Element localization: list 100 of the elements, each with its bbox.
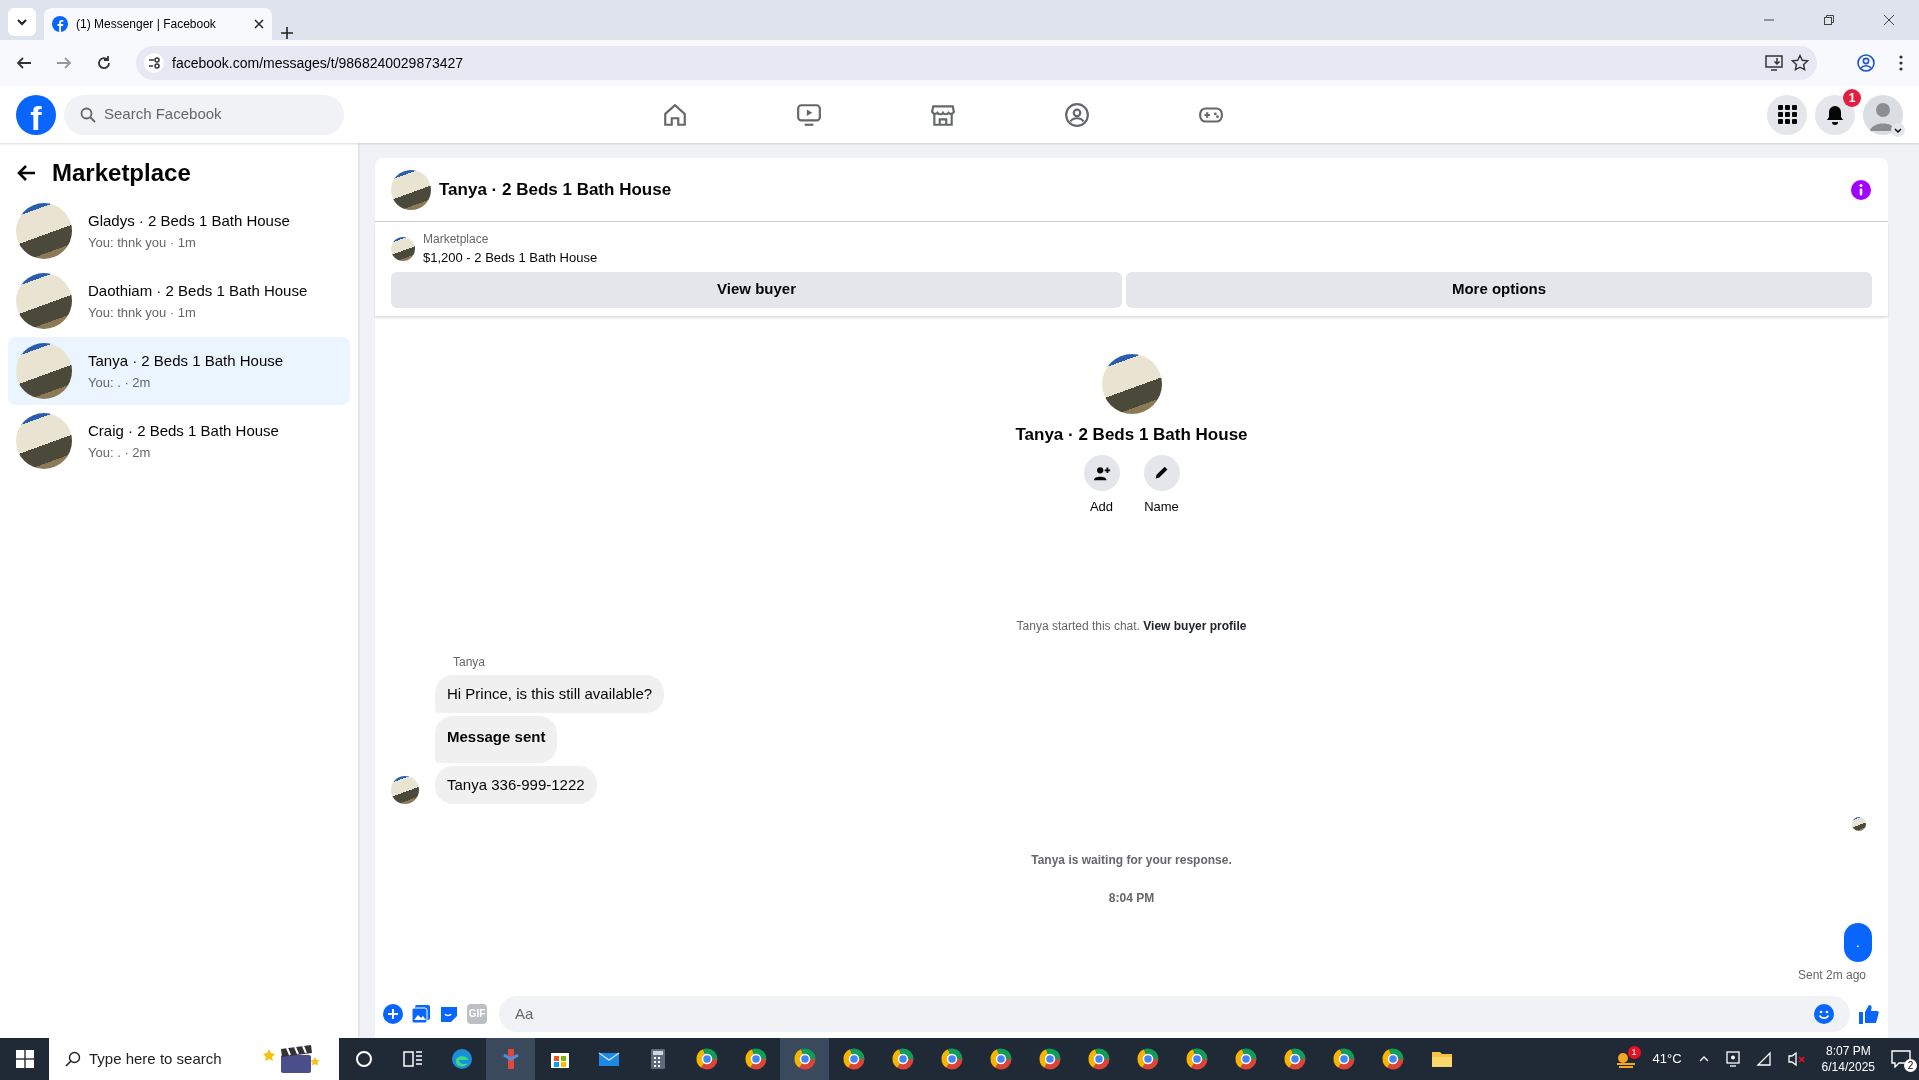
notification-count: 2 [1904,1059,1917,1072]
grid-icon [1777,105,1797,124]
notification-center-icon[interactable] [1891,1050,1911,1068]
edge-icon[interactable] [449,1047,474,1071]
conversation-item[interactable]: Gladys · 2 Beds 1 Bath House You: thnk you · 1m [8,197,350,265]
listing-source: Marketplace [423,231,490,248]
add-contact-button[interactable] [1083,455,1120,491]
chrome-icon[interactable] [890,1047,915,1071]
chat-started-notice: Tanya started this chat. View buyer profile [1015,617,1248,635]
conversation-name: Craig · 2 Beds 1 Bath House [88,421,279,441]
chrome-icon[interactable] [939,1047,964,1071]
back-arrow-icon[interactable] [16,164,36,182]
sent-status: Sent 2m ago [1796,966,1866,984]
logo[interactable]: f [16,94,56,135]
network-icon[interactable] [1755,1051,1772,1067]
clock-time: 8:07 PM [1824,1043,1872,1059]
more-options-button[interactable]: More options [1126,271,1872,308]
chrome-icon[interactable] [1282,1047,1307,1071]
chrome-icon[interactable] [694,1047,719,1071]
listing-title: $1,200 - 2 Beds 1 Bath House [423,249,598,267]
address-bar[interactable]: facebook.com/messages/t/9868240029873427 [136,46,1817,80]
image-icon[interactable] [411,1004,431,1024]
waiting-notice: Tanya is waiting for your response. [1030,852,1233,869]
url-text: facebook.com/messages/t/9868240029873427 [172,53,465,73]
chrome-icon[interactable] [1331,1047,1356,1071]
conversation-item[interactable]: Tanya · 2 Beds 1 Bath House You: . · 2m [8,337,350,405]
more-icon[interactable] [1899,55,1903,71]
profile-icon[interactable] [1857,54,1875,72]
conversation-name: Gladys · 2 Beds 1 Bath House [88,211,290,231]
taskbar-search-field[interactable]: Type here to search [49,1038,339,1080]
close-icon[interactable] [254,19,264,29]
add-label: Add [1089,498,1114,516]
read-receipt-avatar [1852,817,1866,831]
tab-favicon-icon [52,16,68,32]
chrome-icon[interactable] [841,1047,866,1071]
clapperboard-drawing [263,1043,323,1075]
video-icon[interactable] [796,101,822,128]
tab-title: (1) Messenger | Facebook [76,16,217,33]
message-time: 8:04 PM [1107,890,1156,907]
chrome-icon[interactable] [1233,1047,1258,1071]
home-icon[interactable] [662,101,688,128]
edit-name-button[interactable] [1143,455,1180,491]
site-settings-icon[interactable] [144,53,164,73]
chrome-icon[interactable] [1184,1047,1209,1071]
chrome-icon[interactable] [1135,1047,1160,1071]
close-icon[interactable] [1883,14,1895,26]
chrome-icon[interactable] [1380,1047,1405,1071]
volume-muted-icon[interactable] [1787,1051,1806,1067]
message-bubble: Hi Prince, is this still available? [435,674,665,713]
group-icon[interactable] [1064,101,1090,128]
temperature: 41°C [1652,1050,1682,1069]
conversation-preview: You: . · 2m [88,443,152,462]
weather-badge: 1 [1627,1046,1641,1059]
install-icon[interactable] [1765,54,1783,72]
message-input[interactable]: Aa [499,996,1850,1032]
taskbar-search-placeholder: Type here to search [89,1048,223,1069]
thumbs-up-icon[interactable] [1858,1003,1880,1025]
search-icon [65,1051,81,1067]
taskbar-clock[interactable]: 8:07 PM 6/14/2025 [1821,1043,1875,1075]
bell-icon [1825,104,1845,125]
notifications-button[interactable] [1815,94,1855,135]
person-add-icon [1092,464,1111,482]
conversation-item[interactable]: Daothiam · 2 Beds 1 Bath House You: thnk you · 1m [8,267,350,335]
windows-start-icon[interactable] [15,1050,34,1068]
tab-list-button[interactable] [8,8,36,36]
chrome-icon[interactable] [1086,1047,1111,1071]
sticker-icon[interactable] [439,1004,459,1024]
conversation-preview: You: thnk you · 1m [88,303,197,322]
apps-menu-button[interactable] [1767,94,1807,135]
chevron-down-icon[interactable] [1891,122,1905,137]
reload-icon[interactable] [96,55,112,71]
restore-icon[interactable] [1823,14,1835,26]
chrome-icon[interactable] [792,1047,817,1071]
profile-name: Tanya · 2 Beds 1 Bath House [1015,423,1248,446]
name-label: Name [1144,498,1179,516]
chrome-icon[interactable] [1037,1047,1062,1071]
view-buyer-button[interactable]: View buyer [391,271,1123,308]
conversation-preview: You: . · 2m [88,373,152,392]
chat-title: Tanya · 2 Beds 1 Bath House [439,178,673,201]
new-tab-icon[interactable] [280,26,294,40]
conversation-name: Daothiam · 2 Beds 1 Bath House [88,281,308,301]
house-photo [16,203,72,259]
chevron-down-icon [16,16,28,28]
forward-icon[interactable] [56,55,72,71]
back-icon[interactable] [16,55,32,71]
chrome-icon[interactable] [743,1047,768,1071]
browser-tab[interactable]: (1) Messenger | Facebook [44,8,272,40]
plus-icon[interactable] [383,1004,403,1024]
house-photo [16,273,72,329]
search-field[interactable]: Search Facebook [64,94,344,135]
emoji-icon[interactable] [1814,1004,1834,1024]
info-icon[interactable] [1850,178,1872,201]
search-icon [80,106,96,123]
notification-badge: 1 [1843,88,1861,107]
star-icon[interactable] [1791,54,1809,72]
conversation-item[interactable]: Craig · 2 Beds 1 Bath House You: . · 2m [8,407,350,475]
weather-icon [1614,1050,1637,1068]
chrome-icon[interactable] [988,1047,1013,1071]
view-buyer-profile-link[interactable]: View buyer profile [1143,618,1247,633]
sidebar-title: Marketplace [52,158,191,188]
